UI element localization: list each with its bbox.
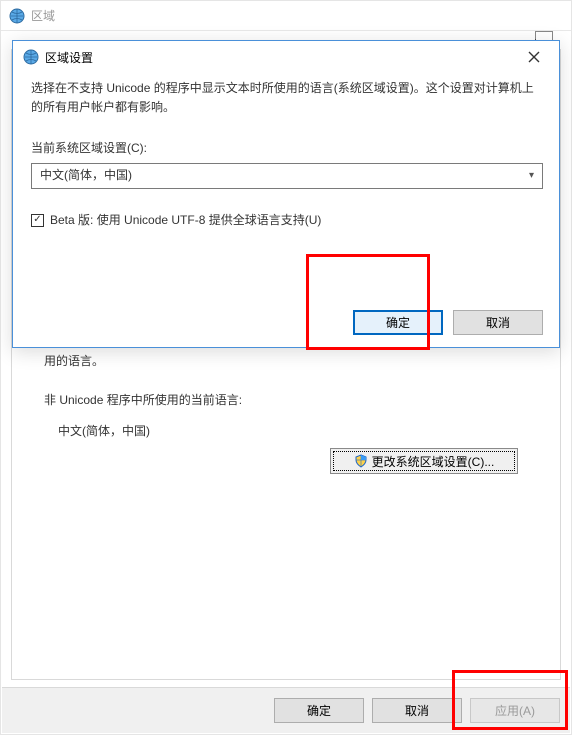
parent-apply-label: 应用(A) — [495, 702, 535, 719]
utf8-checkbox-label: Beta 版: 使用 Unicode UTF-8 提供全球语言支持(U) — [50, 211, 321, 230]
close-icon — [528, 51, 540, 63]
locale-select[interactable]: 中文(简体，中国) ▾ — [31, 163, 543, 189]
globe-icon — [23, 49, 39, 65]
parent-cancel-button[interactable]: 取消 — [372, 698, 462, 723]
modal-title: 区域设置 — [45, 49, 93, 66]
current-lang-value: 中文(简体，中国) — [58, 420, 424, 443]
modal-ok-label: 确定 — [386, 314, 410, 331]
checkbox-icon: ✓ — [31, 214, 44, 227]
modal-cancel-label: 取消 — [486, 314, 510, 331]
change-locale-button[interactable]: 更改系统区域设置(C)... — [330, 448, 518, 474]
globe-icon — [9, 8, 25, 24]
region-settings-dialog: 区域设置 选择在不支持 Unicode 的程序中显示文本时所使用的语言(系统区域… — [12, 40, 560, 348]
parent-apply-button: 应用(A) — [470, 698, 560, 723]
modal-description: 选择在不支持 Unicode 的程序中显示文本时所使用的语言(系统区域设置)。这… — [31, 79, 541, 117]
shield-icon — [354, 454, 368, 468]
change-locale-label: 更改系统区域设置(C)... — [372, 453, 495, 470]
current-lang-label: 非 Unicode 程序中所使用的当前语言: — [44, 389, 424, 412]
current-locale-label: 当前系统区域设置(C): — [31, 139, 541, 158]
modal-ok-button[interactable]: 确定 — [353, 310, 443, 335]
modal-cancel-button[interactable]: 取消 — [453, 310, 543, 335]
truncated-text: 用的语言。 — [44, 350, 424, 373]
parent-ok-button[interactable]: 确定 — [274, 698, 364, 723]
parent-titlebar: 区域 — [1, 1, 571, 31]
parent-ok-label: 确定 — [307, 702, 331, 719]
parent-cancel-label: 取消 — [405, 702, 429, 719]
parent-footer: 确定 取消 应用(A) — [2, 687, 570, 733]
modal-titlebar: 区域设置 — [13, 41, 559, 73]
close-button[interactable] — [517, 45, 551, 69]
chevron-down-icon: ▾ — [529, 168, 534, 184]
parent-title: 区域 — [31, 7, 55, 24]
utf8-checkbox-row[interactable]: ✓ Beta 版: 使用 Unicode UTF-8 提供全球语言支持(U) — [31, 211, 541, 230]
locale-select-value: 中文(简体，中国) — [40, 166, 132, 185]
